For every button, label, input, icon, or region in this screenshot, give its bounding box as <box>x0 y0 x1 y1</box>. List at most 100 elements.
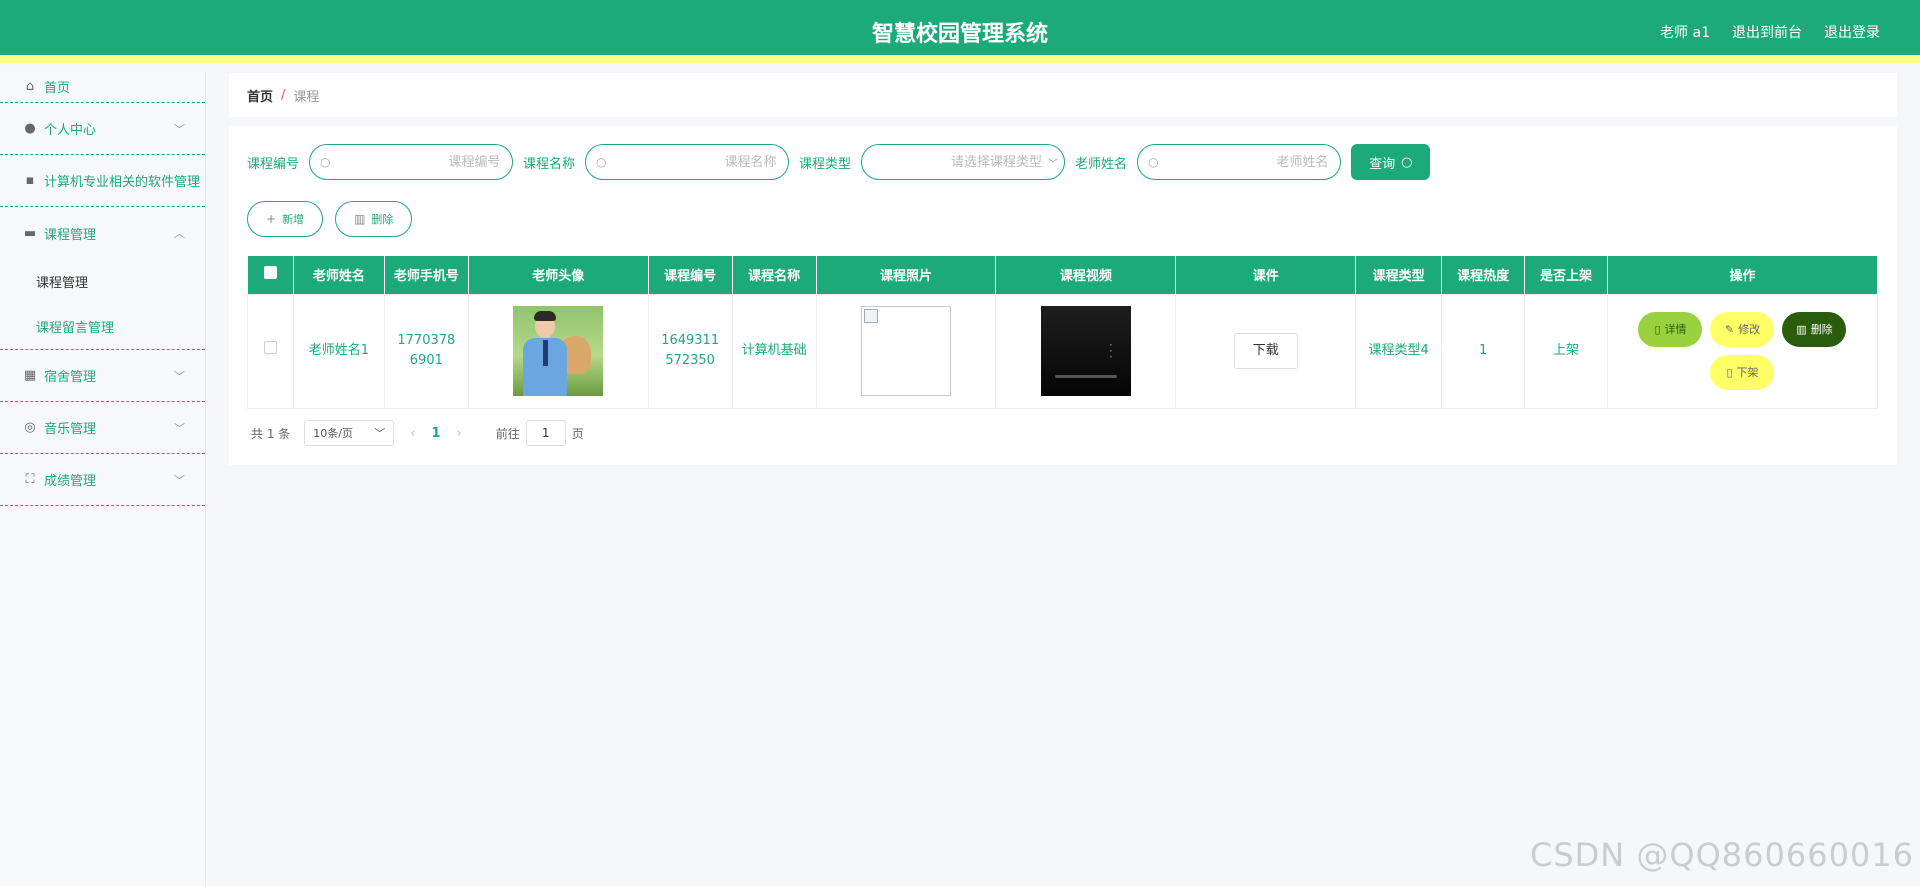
teacher-phone-cell: 17703786901 <box>383 293 469 409</box>
search-icon: ○ <box>596 155 607 169</box>
column-header: 课程视频 <box>995 256 1177 294</box>
chevron-down-icon: ﹀ <box>174 421 185 435</box>
course-menu-group: ▬ 课程管理 ︿ 课程管理 课程留言管理 <box>0 207 205 350</box>
teacher-name-input[interactable] <box>1158 154 1344 170</box>
table-row: 老师姓名1 17703786901 1649311572350 计算机基础 · ·… <box>247 293 1879 409</box>
course-no-label: 课程编号 <box>247 156 300 172</box>
column-header: 课程照片 <box>816 256 997 294</box>
compass-icon: ◎ <box>24 420 36 435</box>
course-name-label: 课程名称 <box>523 156 576 172</box>
course-video-player[interactable]: · · · <box>1040 306 1131 396</box>
off-shelf-button[interactable]: ▯ 下架 <box>1710 355 1775 390</box>
course-photo-cell <box>815 293 997 409</box>
course-type-input[interactable] <box>872 154 1049 170</box>
next-page-icon[interactable]: › <box>457 426 462 441</box>
course-type-select[interactable]: ﹀ <box>861 144 1066 180</box>
page-size-select[interactable]: 10条/页 ﹀ <box>304 420 395 446</box>
message-icon: ▪ <box>25 173 35 188</box>
chevron-up-icon: ︿ <box>174 227 185 240</box>
course-video-cell: · · · <box>995 293 1177 409</box>
table-header-row: 老师姓名 老师手机号 老师头像 课程编号 课程名称 课程照片 课程视频 课件 课… <box>247 256 1879 294</box>
breadcrumb-separator: / <box>281 87 286 103</box>
breadcrumb-current: 课程 <box>293 89 320 105</box>
download-button[interactable]: 下载 <box>1233 333 1298 369</box>
sidebar-item-music[interactable]: ◎ 音乐管理 ﹀ <box>0 402 205 454</box>
chevron-down-icon: ﹀ <box>174 369 185 383</box>
sidebar: ⌂ 首页 ● 个人中心 ﹀ ▪ 计算机专业相关的软件管理 ▬ 课程管理 ︿ 课程… <box>0 71 206 886</box>
delete-button-label: 删除 <box>1810 322 1833 336</box>
delete-button[interactable]: ▥ 删除 <box>1782 312 1847 347</box>
column-header: 老师手机号 <box>384 256 469 294</box>
column-header: 是否上架 <box>1524 256 1608 294</box>
search-bar: 课程编号 ○ 课程名称 ○ 课程类型 ﹀ 老师姓名 ○ 查询 ○ <box>247 144 1431 180</box>
detail-button-label: 详情 <box>1664 322 1687 336</box>
row-select-cell[interactable] <box>247 293 294 409</box>
page-suffix: 页 <box>571 426 584 441</box>
select-all-cell[interactable] <box>247 256 294 294</box>
trash-icon: ▥ <box>354 212 366 226</box>
sidebar-item-label: 个人中心 <box>44 123 97 138</box>
sidebar-item-label: 音乐管理 <box>44 422 97 437</box>
edit-button[interactable]: ✎ 修改 <box>1710 312 1775 347</box>
sidebar-item-home[interactable]: ⌂ 首页 <box>0 71 205 103</box>
course-name-input[interactable] <box>606 154 792 170</box>
logout-link[interactable]: 退出登录 <box>1824 22 1880 42</box>
on-shelf-cell: 上架 <box>1524 293 1608 409</box>
user-icon: ● <box>24 121 36 136</box>
select-all-checkbox[interactable] <box>263 266 277 280</box>
goto-page-input[interactable] <box>525 420 566 446</box>
document-icon: ▯ <box>1654 322 1661 336</box>
sidebar-item-software[interactable]: ▪ 计算机专业相关的软件管理 <box>0 155 205 207</box>
search-icon: ○ <box>1401 154 1413 170</box>
course-photo-broken-image <box>860 306 951 396</box>
teacher-avatar-cell <box>467 293 649 409</box>
course-no-field[interactable]: ○ <box>309 144 516 180</box>
search-icon: ○ <box>1148 155 1159 169</box>
course-type-cell: 课程类型4 <box>1355 293 1443 409</box>
trash-icon: ▥ <box>1796 322 1807 336</box>
main-content: 课程编号 ○ 课程名称 ○ 课程类型 ﹀ 老师姓名 ○ 查询 ○ + 新增 <box>229 126 1897 465</box>
document-icon: ▯ <box>1726 365 1733 379</box>
column-header: 课程类型 <box>1355 256 1443 294</box>
current-page-number[interactable]: 1 <box>431 426 440 441</box>
sidebar-item-dorm[interactable]: ▦ 宿舍管理 ﹀ <box>0 350 205 402</box>
goto-page: 前往 页 <box>496 420 584 446</box>
query-button[interactable]: 查询 ○ <box>1351 144 1431 180</box>
breadcrumb: 首页 / 课程 <box>229 73 1897 117</box>
exit-to-front-link[interactable]: 退出到前台 <box>1732 22 1802 42</box>
operations-cell: ▯ 详情 ✎ 修改 ▥ 删除 ▯ 下架 <box>1606 293 1879 409</box>
sidebar-item-course[interactable]: ▬ 课程管理 ︿ <box>0 207 205 259</box>
batch-delete-button[interactable]: ▥ 删除 <box>335 201 413 237</box>
course-name-field[interactable]: ○ <box>585 144 792 180</box>
sidebar-subitem-course-comment[interactable]: 课程留言管理 <box>0 304 205 349</box>
more-options-icon[interactable]: · · · <box>1109 339 1113 363</box>
courseware-cell: 下载 <box>1175 293 1357 409</box>
watermark: CSDN @QQ860660016 <box>1529 836 1914 874</box>
column-header: 课程名称 <box>732 256 817 294</box>
video-progress-bar[interactable] <box>1054 375 1117 378</box>
column-header: 老师姓名 <box>293 256 385 294</box>
delete-button-label: 删除 <box>371 213 394 226</box>
sidebar-item-grade[interactable]: ⛶ 成绩管理 ﹀ <box>0 454 205 506</box>
column-header: 课程热度 <box>1441 256 1526 294</box>
page-size-value: 10条/页 <box>313 427 353 440</box>
sidebar-item-label: 宿舍管理 <box>44 370 97 385</box>
add-button[interactable]: + 新增 <box>247 201 324 237</box>
row-checkbox[interactable] <box>263 341 277 354</box>
teacher-name-label: 老师姓名 <box>1075 156 1128 172</box>
current-user[interactable]: 老师 a1 <box>1660 22 1710 42</box>
sidebar-item-profile[interactable]: ● 个人中心 ﹀ <box>0 103 205 155</box>
teacher-avatar-image <box>513 306 604 396</box>
teacher-name-field[interactable]: ○ <box>1137 144 1344 180</box>
sidebar-subitem-course-manage[interactable]: 课程管理 <box>0 259 205 304</box>
pagination: 共 1 条 10条/页 ﹀ ‹ 1 › 前往 页 <box>251 420 584 446</box>
prev-page-icon[interactable]: ‹ <box>410 426 415 441</box>
course-no-input[interactable] <box>330 154 516 170</box>
action-buttons: + 新增 ▥ 删除 <box>247 201 413 237</box>
pencil-icon: ✎ <box>1724 322 1735 336</box>
teacher-name-cell: 老师姓名1 <box>292 293 385 409</box>
detail-button[interactable]: ▯ 详情 <box>1638 312 1703 347</box>
breadcrumb-home[interactable]: 首页 <box>247 86 273 105</box>
broken-image-icon <box>863 309 878 323</box>
chevron-down-icon: ﹀ <box>1048 158 1059 170</box>
